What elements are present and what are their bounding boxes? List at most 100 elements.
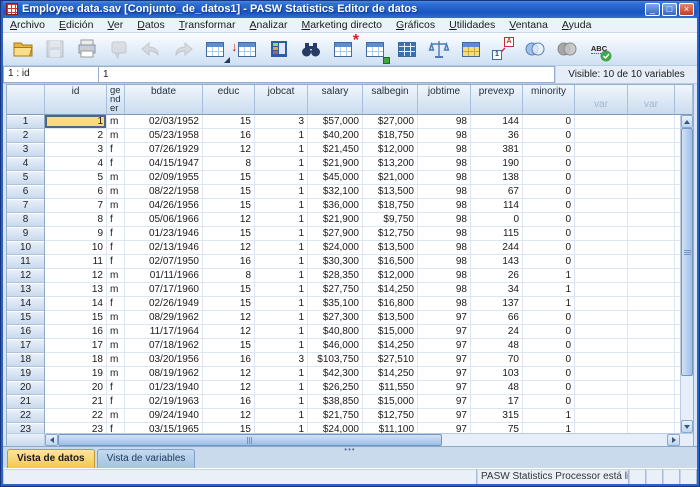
cell[interactable]: $32,100	[308, 185, 363, 199]
redo-button[interactable]	[168, 35, 198, 63]
cell[interactable]: 1	[523, 423, 575, 433]
cell[interactable]: $15,000	[363, 325, 418, 339]
cell-var[interactable]	[575, 185, 628, 199]
cell[interactable]: 98	[418, 213, 471, 227]
cell[interactable]: 15	[203, 227, 255, 241]
cell-var[interactable]	[575, 171, 628, 185]
cell[interactable]: 97	[418, 353, 471, 367]
cell[interactable]: 98	[418, 115, 471, 129]
cell[interactable]: f	[107, 423, 125, 433]
menu-archivo[interactable]: Archivo	[3, 19, 52, 31]
column-header-salary[interactable]: salary	[308, 85, 363, 115]
row-number[interactable]: 21	[7, 395, 45, 409]
cell[interactable]: 04/15/1947	[125, 157, 203, 171]
cell[interactable]: 3	[255, 115, 308, 129]
cell[interactable]: $42,300	[308, 367, 363, 381]
spell-check-button[interactable]: ABC	[584, 35, 614, 63]
insert-cases-button[interactable]: *	[328, 35, 358, 63]
cell-var[interactable]	[628, 269, 675, 283]
cell[interactable]: $14,250	[363, 339, 418, 353]
row-number[interactable]: 8	[7, 213, 45, 227]
cell[interactable]: 97	[418, 395, 471, 409]
cell[interactable]: $45,000	[308, 171, 363, 185]
cell[interactable]: 1	[255, 367, 308, 381]
cell[interactable]: 98	[418, 255, 471, 269]
cell[interactable]: $12,000	[363, 143, 418, 157]
horizontal-scrollbar[interactable]	[45, 434, 680, 446]
cell-var[interactable]	[628, 297, 675, 311]
cell[interactable]: 98	[418, 143, 471, 157]
cell[interactable]: $30,300	[308, 255, 363, 269]
cell[interactable]: 26	[471, 269, 523, 283]
cell[interactable]: $27,300	[308, 311, 363, 325]
scroll-up-button[interactable]	[681, 115, 693, 128]
cell[interactable]: 03/15/1965	[125, 423, 203, 433]
cell[interactable]: 12	[203, 325, 255, 339]
cell[interactable]: 138	[471, 171, 523, 185]
cell[interactable]: 1	[255, 241, 308, 255]
cell[interactable]: 10	[45, 241, 107, 255]
horizontal-scroll-track[interactable]	[58, 434, 667, 446]
cell[interactable]: 244	[471, 241, 523, 255]
cell[interactable]: 01/23/1946	[125, 227, 203, 241]
cell[interactable]: 97	[418, 325, 471, 339]
cell[interactable]: 05/06/1966	[125, 213, 203, 227]
cell[interactable]: 02/09/1955	[125, 171, 203, 185]
cell[interactable]: 97	[418, 423, 471, 433]
cell[interactable]: 1	[255, 143, 308, 157]
column-header-jobtime[interactable]: jobtime	[418, 85, 471, 115]
cell[interactable]: $103,750	[308, 353, 363, 367]
cell-var[interactable]	[575, 325, 628, 339]
cell[interactable]: $13,500	[363, 185, 418, 199]
cell[interactable]: 12	[203, 213, 255, 227]
cell[interactable]: 0	[523, 129, 575, 143]
cell[interactable]: 48	[471, 339, 523, 353]
cell-var[interactable]	[628, 283, 675, 297]
menu-marketing-directo[interactable]: Marketing directo	[294, 19, 389, 31]
cell[interactable]: f	[107, 381, 125, 395]
cell[interactable]: $16,500	[363, 255, 418, 269]
cell[interactable]: 1	[255, 325, 308, 339]
row-number[interactable]: 2	[7, 129, 45, 143]
cell[interactable]: $27,750	[308, 283, 363, 297]
maximize-button[interactable]: □	[662, 3, 677, 16]
row-number[interactable]: 11	[7, 255, 45, 269]
cell[interactable]: 0	[523, 353, 575, 367]
scroll-right-button[interactable]	[667, 434, 680, 446]
cell[interactable]: 0	[523, 325, 575, 339]
cell[interactable]: f	[107, 213, 125, 227]
cell[interactable]: 1	[255, 339, 308, 353]
splitter-handle[interactable]: •••	[344, 447, 355, 453]
cell[interactable]: 15	[203, 171, 255, 185]
close-button[interactable]: ×	[679, 3, 694, 16]
row-number[interactable]: 7	[7, 199, 45, 213]
use-variable-sets-button[interactable]	[520, 35, 550, 63]
cell[interactable]: $57,000	[308, 115, 363, 129]
cell[interactable]: $46,000	[308, 339, 363, 353]
cell-var[interactable]	[575, 367, 628, 381]
cell[interactable]: $36,000	[308, 199, 363, 213]
cell[interactable]: f	[107, 297, 125, 311]
cell[interactable]: 1	[523, 283, 575, 297]
cell[interactable]: f	[107, 241, 125, 255]
column-header-educ[interactable]: educ	[203, 85, 255, 115]
column-header-prevexp[interactable]: prevexp	[471, 85, 523, 115]
column-header-bdate[interactable]: bdate	[125, 85, 203, 115]
cell[interactable]: 12	[203, 143, 255, 157]
recall-dialogs-button[interactable]	[104, 35, 134, 63]
cell[interactable]: 0	[523, 199, 575, 213]
cell[interactable]: 70	[471, 353, 523, 367]
cell-var[interactable]	[628, 423, 675, 433]
cell[interactable]: $15,000	[363, 395, 418, 409]
cell[interactable]: 22	[45, 409, 107, 423]
cell-var[interactable]	[628, 409, 675, 423]
cell[interactable]: 08/22/1958	[125, 185, 203, 199]
cell-var[interactable]	[628, 353, 675, 367]
cell[interactable]: 98	[418, 297, 471, 311]
column-header-minority[interactable]: minority	[523, 85, 575, 115]
value-labels-button[interactable]: A1	[488, 35, 518, 63]
cell[interactable]: 0	[523, 171, 575, 185]
row-number[interactable]: 19	[7, 367, 45, 381]
cell[interactable]: 0	[523, 395, 575, 409]
split-file-button[interactable]	[392, 35, 422, 63]
